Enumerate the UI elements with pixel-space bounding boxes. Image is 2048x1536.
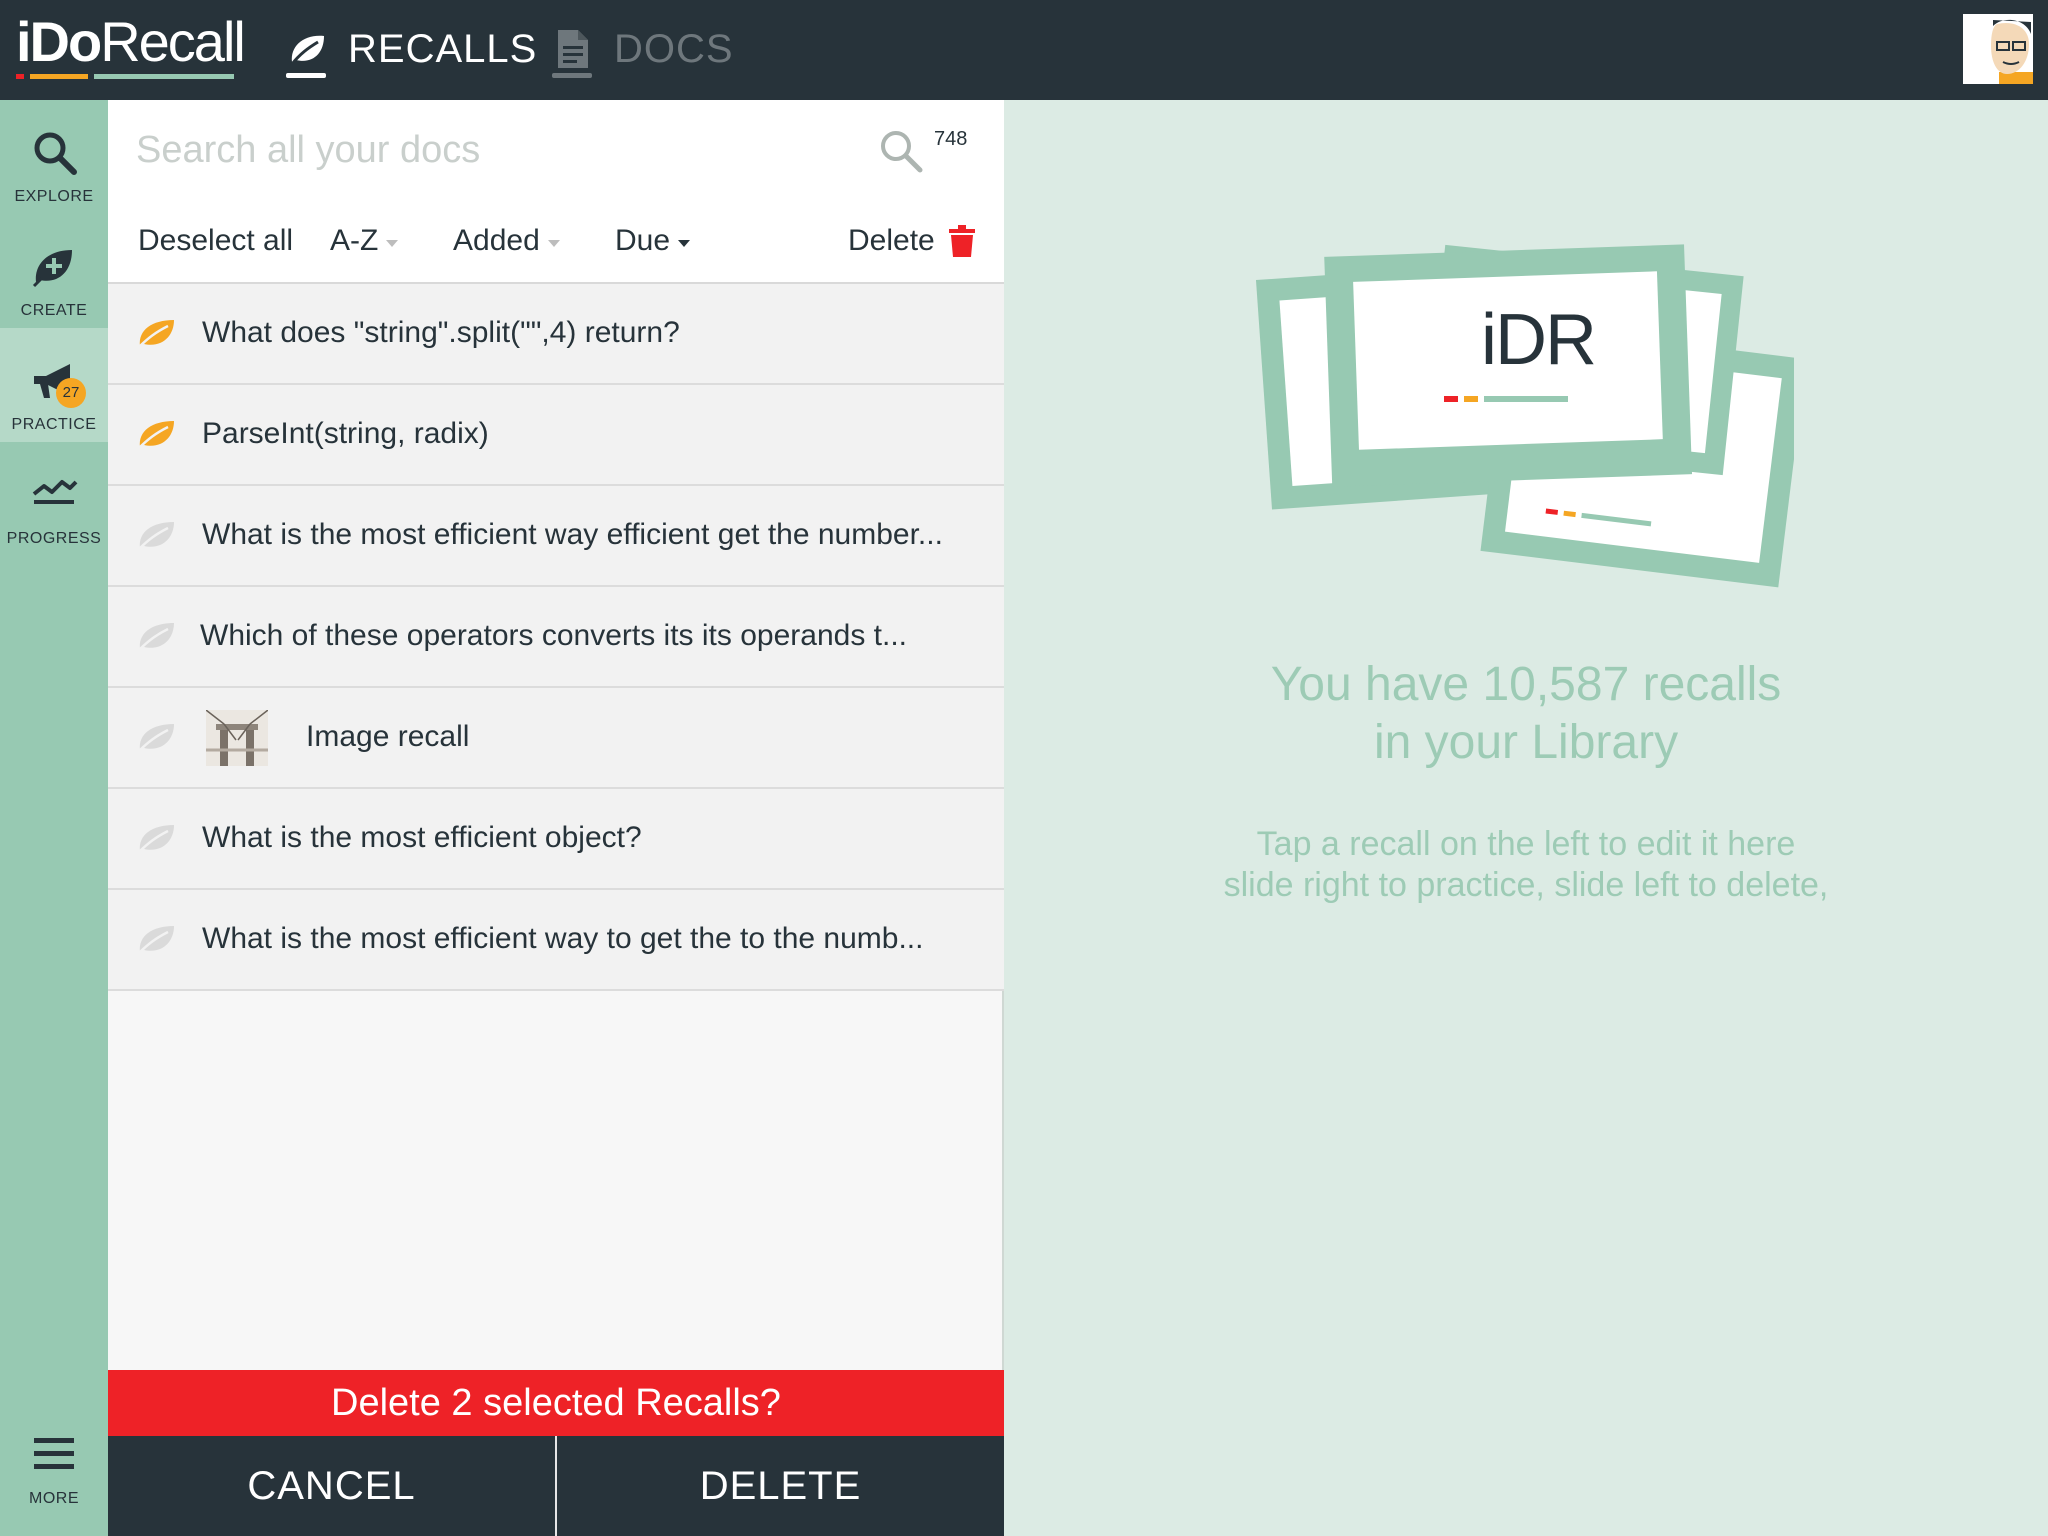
hamburger-menu-icon — [30, 1430, 78, 1478]
logo-secondary: Recall — [100, 10, 246, 73]
card-logo: iDR — [1481, 300, 1597, 380]
search-icon — [30, 128, 78, 176]
list-toolbar: Deselect all A-Z Added Due Delete — [108, 200, 1004, 284]
sidebar-item-label: CREATE — [20, 302, 88, 319]
list-item[interactable]: ParseInt(string, radix) — [108, 385, 1004, 486]
recall-image-thumbnail — [206, 710, 268, 766]
sidebar-item-create[interactable]: CREATE — [0, 214, 108, 328]
leaf-icon — [137, 320, 174, 349]
delete-confirmation-actions: CANCEL DELETE — [108, 1436, 1004, 1536]
search-bar: 748 — [108, 100, 1004, 200]
sort-added-button[interactable]: Added — [453, 224, 560, 258]
trash-icon — [948, 225, 975, 257]
deselect-all-button[interactable]: Deselect all — [138, 224, 293, 258]
recall-title: What does "string".split("",4) return? — [202, 316, 680, 349]
leaf-icon — [137, 825, 174, 854]
confirm-delete-button[interactable]: DELETE — [555, 1436, 1004, 1536]
cancel-button[interactable]: CANCEL — [108, 1436, 555, 1536]
sort-due-label: Due — [615, 224, 671, 257]
sidebar: EXPLORE CREATE 27 PRACTICE PROGRESS MORE — [0, 100, 108, 1536]
leaf-icon — [137, 421, 174, 450]
usage-hint: Tap a recall on the left to edit it here… — [1004, 824, 2048, 906]
chevron-down-icon — [678, 239, 691, 247]
tab-recalls[interactable]: RECALLS — [286, 18, 537, 80]
sidebar-item-label: PRACTICE — [11, 416, 97, 433]
recall-list: What does "string".split("",4) return? P… — [108, 284, 1004, 991]
tab-docs-label: DOCS — [614, 26, 734, 71]
list-item[interactable]: What is the most efficient object? — [108, 789, 1004, 890]
recall-title: What is the most efficient way to get th… — [202, 922, 924, 955]
sidebar-item-label: MORE — [29, 1490, 79, 1507]
delete-label: Delete — [848, 224, 935, 257]
sidebar-item-progress[interactable]: PROGRESS — [0, 442, 108, 556]
recall-cards-illustration: iDR — [1254, 220, 1807, 600]
list-item[interactable]: Which of these operators converts its it… — [108, 587, 1004, 688]
leaf-icon — [137, 926, 174, 955]
logo-color-bars — [16, 74, 236, 79]
trend-line-icon — [30, 470, 78, 518]
usage-hint-line-2: slide right to practice, slide left to d… — [1223, 866, 1829, 904]
sidebar-item-explore[interactable]: EXPLORE — [0, 100, 108, 214]
leaf-icon — [137, 724, 174, 753]
library-count-message: You have 10,587 recalls in your Library — [1004, 656, 2048, 772]
sort-added-label: Added — [453, 224, 540, 257]
app-logo[interactable]: iDoRecall — [16, 8, 246, 80]
list-item[interactable]: What does "string".split("",4) return? — [108, 284, 1004, 385]
library-count-line-2: in your Library — [1373, 716, 1679, 769]
sidebar-item-label: PROGRESS — [6, 530, 102, 547]
card-logo-bars — [1444, 396, 1568, 402]
sort-az-label: A-Z — [330, 224, 379, 257]
usage-hint-line-1: Tap a recall on the left to edit it here — [1256, 825, 1796, 863]
recall-title: Which of these operators converts its it… — [200, 619, 907, 652]
sort-due-button[interactable]: Due — [615, 224, 691, 258]
add-leaf-icon — [30, 242, 78, 290]
deselect-all-label: Deselect all — [138, 224, 294, 257]
recall-title: What is the most efficient object? — [202, 821, 642, 854]
document-icon — [552, 28, 594, 78]
practice-badge: 27 — [56, 378, 86, 408]
recall-list-panel: 748 Deselect all A-Z Added Due Delete — [108, 100, 1004, 1536]
sidebar-item-more[interactable]: MORE — [0, 1406, 108, 1536]
delete-confirmation-banner: Delete 2 selected Recalls? — [108, 1370, 1004, 1436]
list-item[interactable]: What is the most efficient way efficient… — [108, 486, 1004, 587]
sidebar-item-practice[interactable]: 27 PRACTICE — [0, 328, 108, 442]
recall-detail-empty-state: iDR You have 10,587 recalls in your Libr… — [1004, 100, 2048, 1536]
recall-title: ParseInt(string, radix) — [202, 417, 489, 450]
tab-recalls-label: RECALLS — [348, 26, 538, 71]
tab-docs[interactable]: DOCS — [552, 18, 734, 80]
chevron-down-icon — [547, 239, 560, 247]
search-result-count: 748 — [934, 128, 968, 150]
recall-title: What is the most efficient way efficient… — [202, 518, 943, 551]
search-input[interactable] — [136, 122, 836, 178]
leaf-icon — [137, 522, 174, 551]
list-item[interactable]: Image recall — [108, 688, 1004, 789]
sort-az-button[interactable]: A-Z — [330, 224, 399, 258]
recall-title: Image recall — [306, 720, 470, 753]
delete-button[interactable]: Delete — [848, 224, 975, 258]
library-count-line-1: You have 10,587 recalls — [1270, 658, 1782, 711]
leaf-icon — [137, 623, 174, 652]
user-avatar[interactable] — [1963, 14, 2033, 84]
megaphone-icon: 27 — [30, 356, 86, 408]
sidebar-item-label: EXPLORE — [14, 188, 94, 205]
leaf-icon — [286, 28, 328, 78]
top-bar: iDoRecall RECALLS DOCS — [0, 0, 2048, 100]
logo-primary: iDo — [16, 10, 102, 73]
chevron-down-icon — [386, 239, 399, 247]
list-item[interactable]: What is the most efficient way to get th… — [108, 890, 1004, 991]
search-icon[interactable] — [878, 128, 924, 174]
